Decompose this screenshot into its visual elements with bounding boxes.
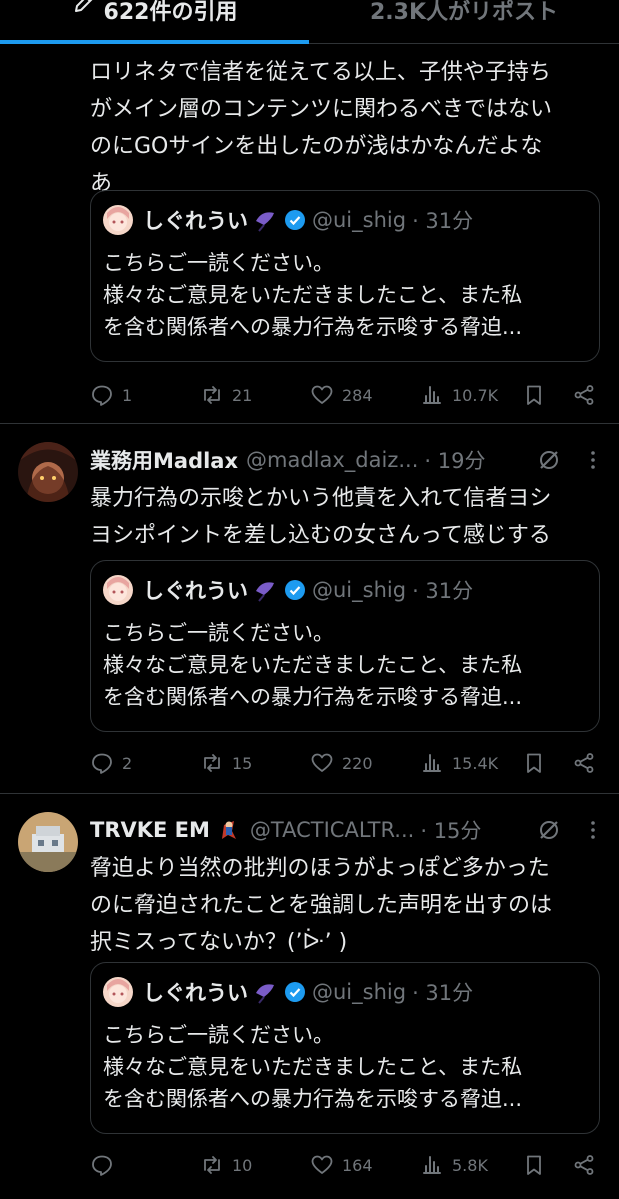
like-count: 284 [342,385,373,405]
tab-quotes-label: 622件の引用 [103,0,238,25]
verified-badge-icon [285,982,305,1002]
author-name[interactable]: 業務用Madlax [90,445,238,475]
reply-button[interactable] [90,1150,122,1180]
bookmark-icon [527,385,541,405]
quoted-post-card[interactable]: しぐれうい @ui_shig · 31分 こちらご一読ください。 様々なご意見を… [90,560,600,732]
analytics-icon [423,754,441,772]
quote-post[interactable]: ロリネタで信者を従えてる以上、子供や子持ち がメイン層のコンテンツに関わるべきで… [0,44,619,424]
quoted-author-name: しぐれうい [143,579,248,603]
reply-icon [92,385,112,406]
tab-reposts[interactable]: 2.3K人がリポスト [309,0,619,44]
share-icon [574,385,594,405]
avatar [103,575,133,605]
author-handle[interactable]: @TACTICALTR... [250,818,414,842]
umbrella-icon [256,582,274,602]
repost-icon [204,386,220,404]
more-options-icon[interactable] [581,448,605,472]
post-text: 暴力行為の示唆とかいう他責を入れて信者ヨシ ヨシポイントを差し込むの女さんって感… [90,486,552,548]
reply-count: 1 [122,385,133,405]
bookmark-button[interactable] [522,748,546,778]
analytics-icon [423,1156,441,1174]
superhero-emoji-icon [221,821,236,839]
share-button[interactable] [572,1150,596,1180]
quoted-post-card[interactable]: しぐれうい @ui_shig · 31分 こちらご一読ください。 様々なご意見を… [90,962,600,1134]
quoted-post-time: · 31分 [412,579,474,603]
tab-reposts-label: 2.3K人がリポスト [369,0,559,25]
quoted-post-text: こちらご一読ください。 様々なご意見をいただきましたこと、また私 を含む関係者へ… [103,621,523,709]
more-options-icon[interactable] [581,818,605,842]
like-button[interactable]: 164 [310,1150,373,1180]
repost-button[interactable]: 10 [200,1150,252,1180]
repost-count: 15 [232,753,253,773]
umbrella-icon [256,984,274,1004]
like-count: 164 [342,1155,373,1175]
repost-icon [204,754,220,772]
bookmark-icon [527,1155,541,1175]
reply-icon [92,1155,112,1176]
view-count: 5.8K [452,1155,488,1175]
like-count: 220 [342,753,373,773]
action-bar: 1 21 284 10.7K [90,380,602,410]
reply-button[interactable]: 2 [90,748,132,778]
avatar [103,205,133,235]
author-handle[interactable]: @madlax_daiz... [246,448,418,472]
share-button[interactable] [572,380,596,410]
quoted-post-time: · 31分 [412,981,474,1005]
verified-badge-icon [285,210,305,230]
avatar [103,977,133,1007]
analytics-icon [423,386,441,404]
tab-bar: 622件の引用 2.3K人がリポスト [0,0,619,44]
author-name[interactable]: TRVKE EM [90,818,210,842]
bookmark-button[interactable] [522,380,546,410]
share-icon [574,1155,594,1175]
avatar[interactable] [18,442,78,502]
repost-button[interactable]: 21 [200,380,252,410]
tab-quotes[interactable]: 622件の引用 [0,0,309,44]
quoted-post-card[interactable]: しぐれうい @ui_shig · 31分 こちらご一読ください。 様々なご意見を… [90,190,600,362]
post-text: 脅迫より当然の批判のほうがよっぽど多かった のに脅迫されたことを強調した声明を出… [90,856,553,955]
quoted-author-handle: @ui_shig [312,208,407,232]
repost-count: 10 [232,1155,253,1175]
repost-icon [204,1156,220,1174]
views-button[interactable]: 15.4K [420,748,498,778]
heart-icon [311,1155,333,1174]
quoted-author-name: しぐれうい [143,209,248,233]
avatar[interactable] [18,812,78,872]
reply-count: 2 [122,753,133,773]
bookmark-icon [527,753,541,773]
action-bar: 10 164 5.8K [90,1150,602,1180]
verified-badge-icon [285,580,305,600]
grok-icon[interactable] [537,448,561,472]
post-text: ロリネタで信者を従えてる以上、子供や子持ち がメイン層のコンテンツに関わるべきで… [90,60,553,196]
views-button[interactable]: 10.7K [420,380,498,410]
quoted-post-time: · 31分 [412,209,474,233]
like-button[interactable]: 220 [310,748,373,778]
repost-count: 21 [232,385,253,405]
heart-icon [311,753,333,772]
post-time[interactable]: · 19分 [424,445,485,475]
quoted-post-text: こちらご一読ください。 様々なご意見をいただきましたこと、また私 を含む関係者へ… [103,251,523,339]
repost-button[interactable]: 15 [200,748,252,778]
quoted-author-name: しぐれうい [143,981,248,1005]
quoted-post-text: こちらご一読ください。 様々なご意見をいただきましたこと、また私 を含む関係者へ… [103,1023,523,1111]
views-button[interactable]: 5.8K [420,1150,488,1180]
quote-post[interactable]: 業務用Madlax @madlax_daiz... · 19分 暴力行為の示唆と… [0,424,619,794]
pencil-icon [74,0,92,12]
view-count: 10.7K [452,385,499,405]
share-icon [574,753,594,773]
quote-post[interactable]: TRVKE EM @TACTICALTR... · 15分 脅迫より当然の批判の… [0,794,619,1199]
quoted-author-handle: @ui_shig [312,578,407,602]
reply-icon [92,753,112,774]
view-count: 15.4K [452,753,499,773]
reply-button[interactable]: 1 [90,380,132,410]
like-button[interactable]: 284 [310,380,373,410]
action-bar: 2 15 220 15.4K [90,748,602,778]
grok-icon[interactable] [537,818,561,842]
share-button[interactable] [572,748,596,778]
bookmark-button[interactable] [522,1150,546,1180]
heart-icon [311,385,333,404]
post-time[interactable]: · 15分 [420,815,481,845]
umbrella-icon [256,212,274,232]
quoted-author-handle: @ui_shig [312,980,407,1004]
